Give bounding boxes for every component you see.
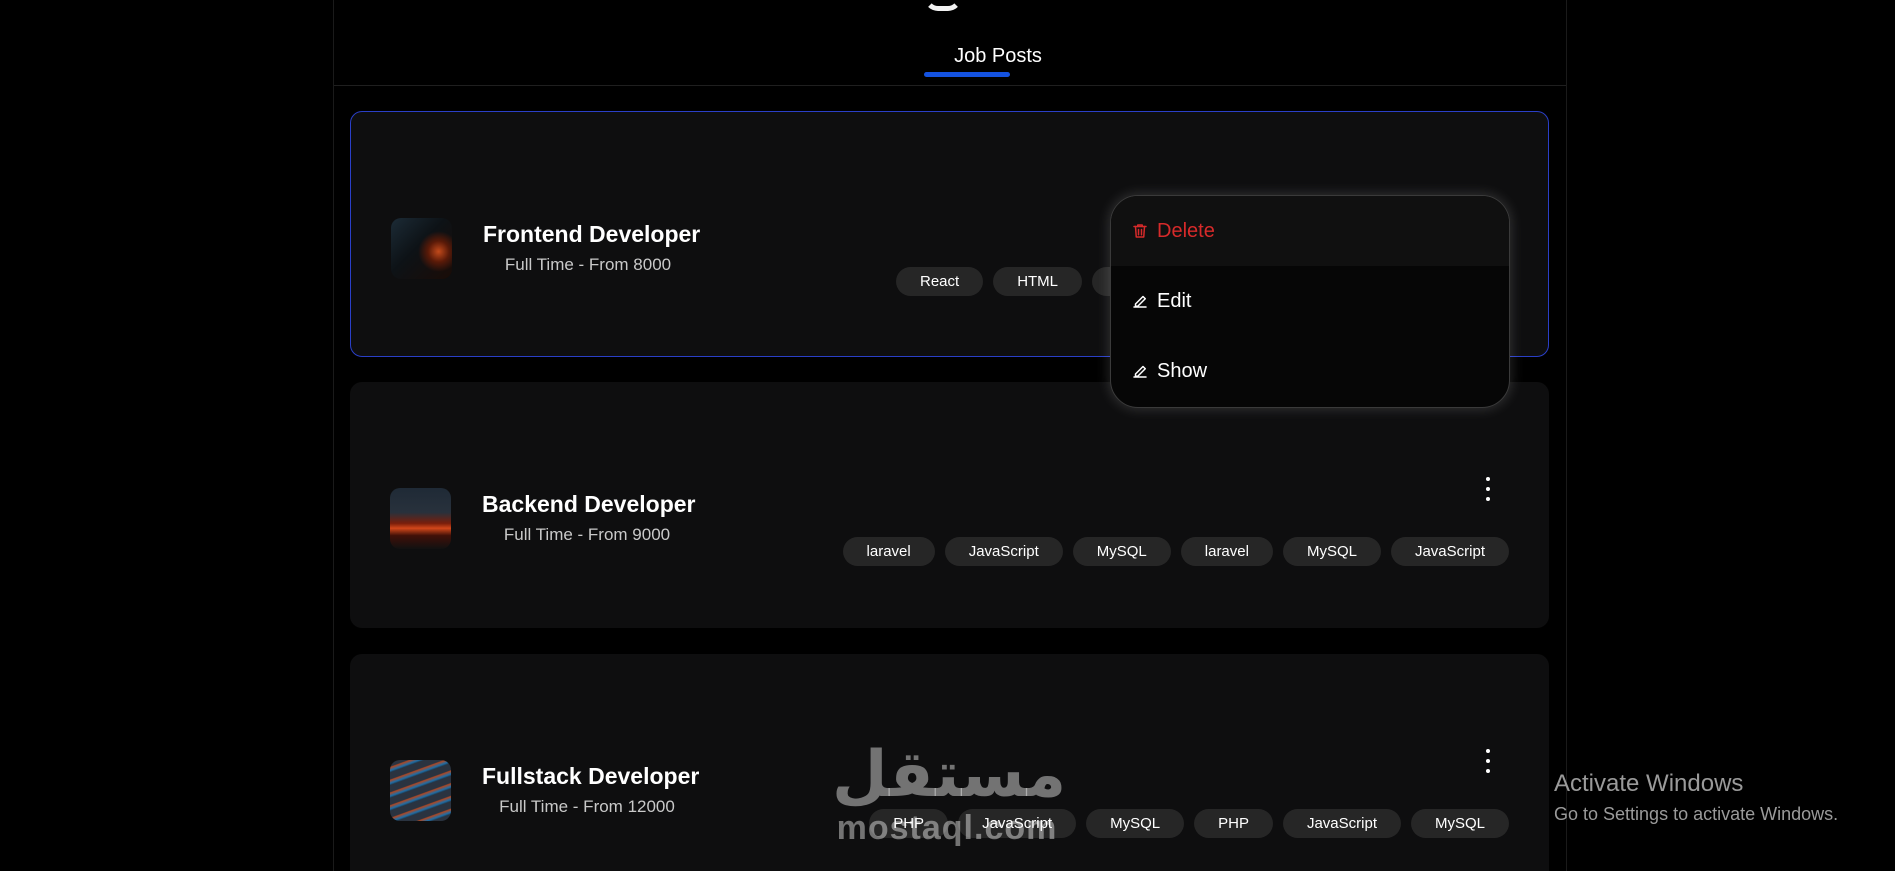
trash-icon (1133, 224, 1147, 238)
tag: PHP (1194, 809, 1273, 838)
tag: laravel (842, 537, 935, 566)
tag: JavaScript (1282, 809, 1401, 838)
job-subtitle: Full Time - From 8000 (504, 255, 672, 274)
tag: JavaScript (944, 537, 1063, 566)
edit-menu-item[interactable]: Edit (1111, 266, 1509, 336)
job-subtitle: Full Time - From 9000 (503, 525, 671, 544)
more-options-icon[interactable] (1482, 477, 1494, 501)
show-label: Show (1157, 359, 1208, 382)
tag-list: PHP JavaScript MySQL PHP JavaScript MySQ… (869, 809, 1509, 838)
delete-label: Delete (1157, 219, 1215, 242)
activate-windows-notice: Activate Windows Go to Settings to activ… (1554, 770, 1838, 825)
job-thumbnail (391, 218, 452, 279)
job-card[interactable]: Backend Developer Full Time - From 9000 … (350, 382, 1549, 628)
pencil-icon (1133, 365, 1147, 378)
show-menu-item[interactable]: Show (1111, 336, 1509, 406)
tag: MySQL (1282, 537, 1381, 566)
tag: laravel (1180, 537, 1273, 566)
activate-title: Activate Windows (1554, 770, 1744, 797)
job-title: Frontend Developer (483, 221, 701, 247)
card-options-menu: Delete Edit Show (1110, 195, 1510, 408)
tab-bar: Job Posts (334, 0, 1566, 86)
job-thumbnail (390, 760, 451, 821)
edit-label: Edit (1157, 289, 1192, 312)
job-title: Fullstack Developer (482, 763, 700, 789)
more-options-icon[interactable] (1482, 749, 1494, 773)
tag: JavaScript (958, 809, 1077, 838)
tag: MySQL (1072, 537, 1171, 566)
tag: MySQL (1086, 809, 1185, 838)
job-card[interactable]: Fullstack Developer Full Time - From 120… (350, 654, 1549, 871)
pencil-icon (1133, 295, 1147, 308)
tab-job-posts[interactable]: Job Posts (923, 45, 1073, 68)
tag: MySQL (1410, 809, 1509, 838)
job-subtitle: Full Time - From 12000 (499, 797, 675, 816)
activate-subtitle: Go to Settings to activate Windows. (1554, 804, 1839, 824)
app-screen: Job Posts Frontend Developer Full Time -… (0, 0, 1895, 871)
active-tab-indicator (924, 72, 1010, 77)
delete-menu-item[interactable]: Delete (1111, 196, 1509, 266)
tag: JavaScript (1390, 537, 1509, 566)
job-title: Backend Developer (482, 491, 696, 517)
job-thumbnail (390, 488, 451, 549)
main-column: Job Posts Frontend Developer Full Time -… (333, 0, 1567, 871)
tag: PHP (869, 809, 949, 838)
tag: HTML (993, 267, 1083, 296)
tag-list: laravel JavaScript MySQL laravel MySQL J… (842, 537, 1509, 566)
tag: React (896, 267, 984, 296)
